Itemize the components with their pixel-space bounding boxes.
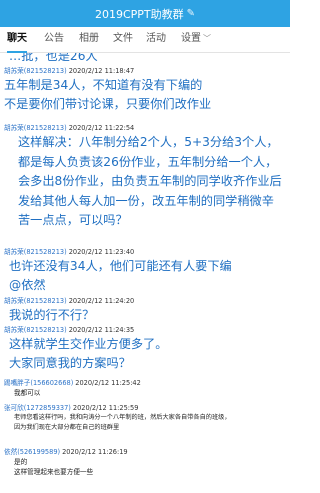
sender-name[interactable]: 胡苏荣 [4,124,24,132]
message: 胡苏荣(821528213) 2020/2/12 11:24:20 我说的行不行？ [4,297,290,325]
message-time: 2020/2/12 11:24:35 [68,326,135,334]
tab-bar: 聊天 公告 相册 文件 活动 设置 ﹀ [0,27,290,53]
message: 胡苏荣(821528213) 2020/2/12 11:22:54 这样解决：八年… [4,124,290,231]
message-text: 五年制是34人，不知道有没有下编的 [4,78,203,92]
sender-id[interactable]: (156602668) [30,379,73,387]
message-text: 也许还没有34人，他们可能还有人要下编 [9,259,232,273]
tab-files[interactable]: 文件 [113,27,133,53]
message-text: 这样管理起来也要方便一些 [14,468,94,476]
tab-settings-label: 设置 [181,33,201,44]
message: 踢嘴胖子(156602668) 2020/2/12 11:25:42 我都可以 [4,379,290,398]
group-title: 2019CPPT助教群 [94,7,184,21]
tab-album-label: 相册 [79,33,99,44]
message-text: 老师您看这样行吗，我和向涛分一个八年制的班，然后大家各自带各自的班级， [14,414,231,421]
message-time: 2020/2/12 11:26:19 [62,448,128,456]
message-header: 胡苏荣(821528213) 2020/2/12 11:22:54 [4,124,290,133]
message-time: 2020/2/12 11:23:40 [68,248,135,256]
message-header: 胡苏荣(821528213) 2020/2/12 11:23:40 [4,248,290,257]
sender-id[interactable]: (821528213) [24,67,67,75]
message-time: 2020/2/12 11:25:42 [75,379,141,387]
message: 张可欣(1272859337) 2020/2/12 11:25:59 老师您看这样… [4,404,290,433]
sender-id[interactable]: (1272859337) [24,404,71,412]
tab-activity-label: 活动 [146,33,166,44]
chat-history[interactable]: …批，也是26人 胡苏荣(821528213) 2020/2/12 11:18:4… [0,53,290,493]
message-header: 踢嘴胖子(156602668) 2020/2/12 11:25:42 [4,379,290,388]
tab-chat[interactable]: 聊天 [7,27,27,53]
message-text: 不是要你们带讨论课，只要你们改作业 [4,97,212,111]
tab-files-label: 文件 [113,33,133,44]
sender-name[interactable]: 张可欣 [4,404,24,412]
message-time: 2020/2/12 11:25:59 [72,404,139,412]
message-text: 是的 [14,458,28,466]
sender-name[interactable]: 依然 [4,448,17,456]
message-text: 因为我们现在大部分都在自己的班群里 [14,424,120,431]
message: 胡苏荣(821528213) 2020/2/12 11:24:35 这样就学生交作… [4,326,290,373]
message-text: 这样就学生交作业方便多了。 [9,337,168,351]
sender-name[interactable]: 胡苏荣 [4,248,24,256]
message-text: 这样解决：八年制分给2个人，5+3分给3个人，都是每人负责该26份作业，五年制分… [18,135,282,228]
tab-activity[interactable]: 活动 [146,27,166,53]
message-time: 2020/2/12 11:22:54 [68,124,135,132]
sender-name[interactable]: 踢嘴胖子 [4,379,30,387]
sender-name[interactable]: 胡苏荣 [4,326,24,334]
message-time: 2020/2/12 11:24:20 [68,297,135,305]
sender-name[interactable]: 胡苏荣 [4,67,24,75]
message-header: 张可欣(1272859337) 2020/2/12 11:25:59 [4,404,290,413]
sender-id[interactable]: (821528213) [24,248,67,256]
tab-album[interactable]: 相册 [79,27,99,53]
sender-name[interactable]: 胡苏荣 [4,297,24,305]
message-text: 我说的行不行？ [9,308,95,322]
message-header: 依然(526199589) 2020/2/12 11:26:19 [4,448,290,457]
message-text: …批，也是26人 [9,53,98,63]
sender-id[interactable]: (526199589) [17,448,60,456]
message-header: 胡苏荣(821528213) 2020/2/12 11:24:35 [4,326,290,335]
tab-announcement[interactable]: 公告 [44,27,64,53]
window-titlebar: 2019CPPT助教群 ✎ [0,0,290,27]
message: 胡苏荣(821528213) 2020/2/12 11:23:40 也许还没有34… [4,248,290,295]
message-header: 胡苏荣(821528213) 2020/2/12 11:24:20 [4,297,290,306]
sender-id[interactable]: (821528213) [24,297,67,305]
message-header: 胡苏荣(821528213) 2020/2/12 11:18:47 [4,67,290,76]
tab-announcement-label: 公告 [44,33,64,44]
message-partial: …批，也是26人 [4,53,290,66]
tab-settings[interactable]: 设置 ﹀ [181,27,211,53]
sender-id[interactable]: (821528213) [24,124,67,132]
sender-id[interactable]: (821528213) [24,326,67,334]
message-text: 我都可以 [14,389,41,397]
tab-chat-label: 聊天 [7,33,27,44]
mention-text: @依然 [9,278,46,292]
message-text: 大家同意我的方案吗？ [9,356,131,370]
edit-icon[interactable]: ✎ [187,8,195,19]
chevron-down-icon: ﹀ [203,34,211,43]
message: 胡苏荣(821528213) 2020/2/12 11:18:47 五年制是34人… [4,67,290,114]
message-time: 2020/2/12 11:18:47 [68,67,135,75]
message: 依然(526199589) 2020/2/12 11:26:19 是的 这样管理起… [4,448,290,477]
